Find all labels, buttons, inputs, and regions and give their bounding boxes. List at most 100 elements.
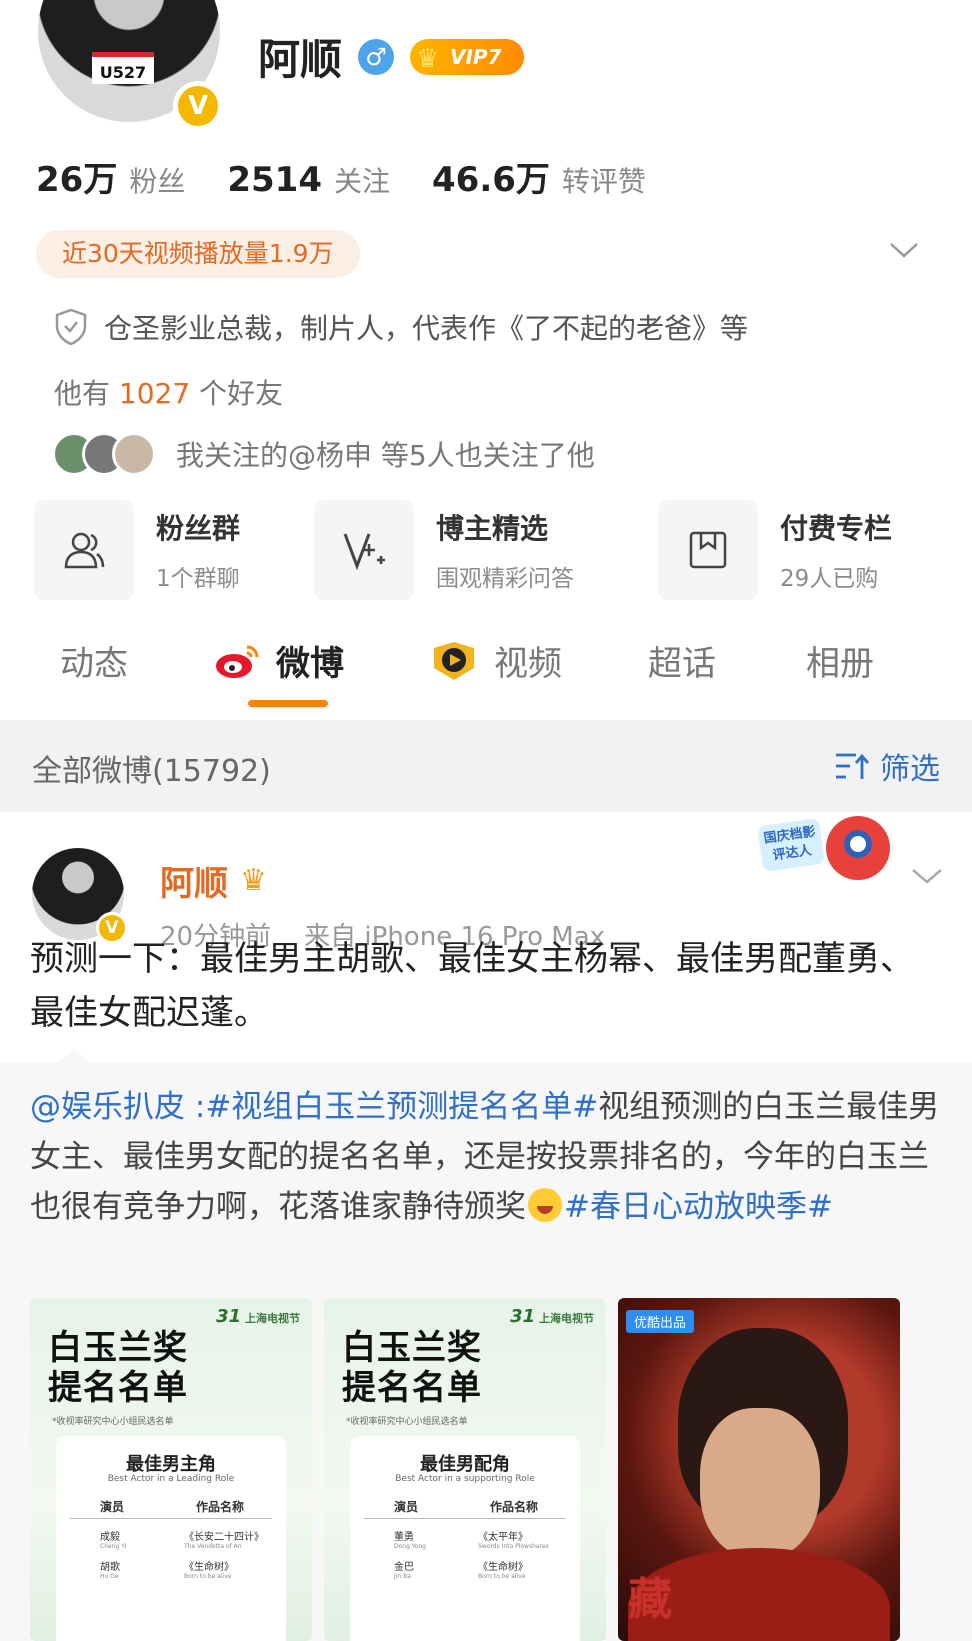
name-row: 阿顺 ♂ ♛ VIP7 — [258, 26, 524, 87]
stat-label: 关注 — [333, 165, 390, 198]
repost-notch — [60, 1048, 88, 1062]
post-image[interactable]: 31 上海电视节 白玉兰奖 提名名单 *收视率研究中心小组民选名单 最佳男配角 … — [324, 1298, 606, 1641]
filter-icon — [836, 753, 870, 779]
mutual-follow-row[interactable]: 我关注的@杨申 等5人也关注了他 — [52, 432, 595, 476]
image-title: 白玉兰奖 提名名单 — [48, 1328, 188, 1408]
nominee-actor: 胡歌 Hu Ge — [100, 1562, 120, 1580]
award-category-en: Best Actor in a supporting Role — [395, 1474, 535, 1484]
image-note: *收视率研究中心小组民选名单 — [52, 1417, 174, 1427]
reposted-content[interactable]: @娱乐扒皮 :#视组白玉兰预测提名名单#视组预测的白玉兰最佳男女主、最佳男女配的… — [0, 1048, 972, 1641]
column-header: 作品名称 — [490, 1500, 539, 1514]
tab-feed[interactable]: 动态 — [60, 636, 128, 685]
brand-badge: 优酷出品 — [626, 1310, 695, 1333]
column-header: 演员 — [100, 1500, 125, 1514]
reviewer-sticker[interactable]: 国庆档影评达人 — [756, 812, 906, 892]
post-image[interactable]: 优酷出品 藏 — [618, 1298, 900, 1641]
shield-icon — [55, 308, 87, 346]
profile-tabs: 动态 微博 视频 超话 相册 — [0, 630, 972, 710]
nomination-card: 最佳男配角 Best Actor in a supporting Role 演员… — [350, 1436, 580, 1641]
mention-link[interactable]: @娱乐扒皮 — [30, 1089, 185, 1125]
festival-logo: 31 上海电视节 — [216, 1306, 300, 1327]
profile-stats: 26万 粉丝 2514 关注 46.6万 转评赞 — [36, 152, 646, 201]
tab-label: 微博 — [276, 644, 344, 684]
weibo-post: V 阿顺 ♛ 20分钟前 来自 iPhone 16 Pro Max 国庆档影评达… — [0, 812, 972, 1641]
tab-super-topic[interactable]: 超话 — [648, 636, 716, 685]
column-header: 作品名称 — [196, 1500, 245, 1514]
feature-blogger-picks[interactable]: 博主精选 围观精彩问答 — [314, 500, 574, 600]
certification-text: 仓圣影业总裁，制片人，代表作《了不起的老爸》等 — [104, 312, 749, 345]
feature-paid-column[interactable]: 付费专栏 29人已购 — [658, 500, 892, 600]
friends-prefix: 他有 — [54, 377, 111, 410]
video-play-icon — [434, 641, 474, 680]
sticker-text: 国庆档影评达人 — [757, 817, 825, 873]
mutual-follow-text: 我关注的@杨申 等5人也关注了他 — [176, 439, 595, 472]
tab-weibo[interactable]: 微博 — [214, 636, 344, 685]
column-header: 演员 — [394, 1500, 419, 1514]
crown-icon: ♛ — [240, 863, 267, 898]
stat-value: 46.6万 — [432, 160, 550, 200]
stat-interactions[interactable]: 46.6万 转评赞 — [432, 152, 646, 201]
nomination-card: 最佳男主角 Best Actor in a Leading Role 演员 作品… — [56, 1436, 286, 1641]
topic-link[interactable]: #视组白玉兰预测提名名单# — [205, 1089, 598, 1125]
stat-value: 26万 — [36, 160, 118, 200]
all-posts-count: 全部微博(15792) — [32, 754, 271, 789]
vip-level: VIP7 — [450, 44, 502, 69]
post-image[interactable]: 31 上海电视节 白玉兰奖 提名名单 *收视率研究中心小组民选名单 最佳男主角 … — [30, 1298, 312, 1641]
group-icon — [34, 500, 134, 600]
image-title: 白玉兰奖 提名名单 — [342, 1328, 482, 1408]
friends-count-row[interactable]: 他有 1027 个好友 — [54, 372, 283, 412]
profile-header: U527 V 阿顺 ♂ ♛ VIP7 26万 粉丝 2514 关注 46.6万 … — [0, 0, 972, 720]
festival-logo: 31 上海电视节 — [510, 1306, 594, 1327]
topic-link[interactable]: #春日心动放映季# — [564, 1189, 833, 1225]
friends-suffix: 个好友 — [199, 377, 284, 410]
nominee-work: 《生命树》 Born to be alive — [184, 1562, 234, 1580]
active-tab-indicator — [248, 700, 328, 707]
image-note: *收视率研究中心小组民选名单 — [346, 1417, 468, 1427]
nominee-work: 《太平年》 Swords Into Plowshares — [478, 1532, 549, 1550]
stat-fans[interactable]: 26万 粉丝 — [36, 152, 185, 201]
divider — [70, 1518, 272, 1519]
feature-title: 付费专栏 — [780, 512, 893, 545]
filter-label: 筛选 — [880, 752, 940, 787]
post-author-name: 阿顺 — [160, 864, 228, 904]
award-category: 最佳男配角 — [420, 1454, 510, 1475]
feature-title: 博主精选 — [436, 512, 549, 545]
weibo-logo-icon — [216, 645, 259, 678]
filter-button[interactable]: 筛选 — [834, 744, 940, 788]
post-images: 31 上海电视节 白玉兰奖 提名名单 *收视率研究中心小组民选名单 最佳男主角 … — [30, 1298, 940, 1641]
friends-count: 1027 — [118, 377, 191, 410]
feature-title: 粉丝群 — [156, 512, 241, 545]
award-category: 最佳男主角 — [126, 1454, 216, 1475]
tab-label: 视频 — [494, 644, 562, 684]
chevron-down-icon[interactable] — [910, 860, 944, 893]
mutual-avatars — [52, 432, 156, 476]
post-author[interactable]: 阿顺 ♛ — [160, 856, 267, 905]
tab-label: 超话 — [648, 644, 716, 684]
tab-label: 相册 — [806, 644, 874, 684]
tab-video[interactable]: 视频 — [428, 636, 562, 685]
avatar-race-bib: U527 — [92, 52, 154, 84]
nominee-actor: 成毅 Cheng Yi — [100, 1532, 127, 1550]
featured-icon — [314, 500, 414, 600]
mention-separator: : — [185, 1089, 206, 1125]
feature-subtitle: 围观精彩问答 — [436, 566, 574, 592]
vip-badge[interactable]: ♛ VIP7 — [410, 38, 524, 75]
tab-label: 动态 — [60, 644, 128, 684]
poster-title-glyph: 藏 — [628, 1574, 672, 1625]
post-text: 预测一下：最佳男主胡歌、最佳女主杨幂、最佳男配董勇、最佳女配迟蓬。 — [30, 939, 914, 1033]
male-gender-icon: ♂ — [358, 38, 395, 75]
nominee-work: 《长安二十四计》 The Vendetta of An — [184, 1532, 264, 1550]
stat-following[interactable]: 2514 关注 — [227, 160, 390, 200]
certification-row: 仓圣影业总裁，制片人，代表作《了不起的老爸》等 — [54, 307, 748, 347]
chevron-down-icon[interactable] — [886, 236, 922, 266]
stat-label: 粉丝 — [129, 165, 186, 198]
crying-laugh-emoji-icon — [528, 1188, 562, 1222]
video-plays-pill[interactable]: 近30天视频播放量1.9万 — [36, 230, 360, 278]
filter-bar: 全部微博(15792) 筛选 — [0, 720, 972, 812]
avatar — [112, 432, 156, 476]
profile-name: 阿顺 — [258, 35, 343, 84]
mascot-eye — [844, 830, 872, 858]
tab-album[interactable]: 相册 — [806, 636, 874, 685]
feature-fan-group[interactable]: 粉丝群 1个群聊 — [34, 500, 240, 600]
poster-face — [700, 1408, 820, 1558]
